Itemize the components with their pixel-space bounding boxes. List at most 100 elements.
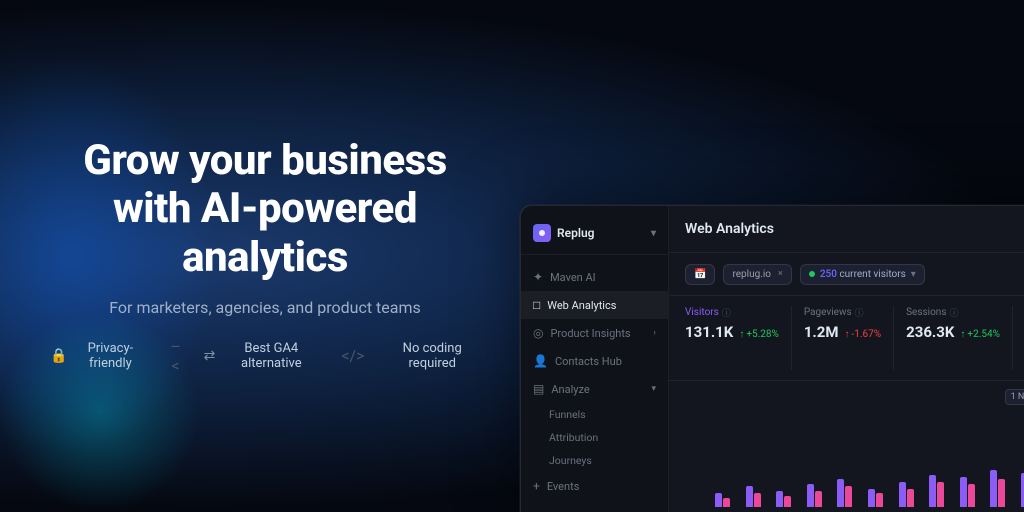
chart-bar-group [899, 482, 927, 507]
dashboard-window: Replug ▾ ✦ Maven AI □ Web Analytics ◎ Pr… [520, 205, 1024, 512]
sidebar-item-funnels[interactable]: Funnels [521, 403, 668, 426]
domain-filter[interactable]: replug.io × [723, 264, 791, 285]
metric-visitors-inner: 131.1K ↑ +5.28% [685, 323, 779, 343]
sidebar-maven-label: Maven AI [550, 271, 596, 284]
visitors-chevron-icon: ▾ [911, 269, 916, 280]
chart-bar-group [868, 489, 896, 507]
chart-bar-group [807, 484, 835, 507]
metric-sessions-change: ↑ +2.54% [960, 329, 1000, 340]
visitors-filter[interactable]: 250 current visitors ▾ [800, 264, 925, 285]
dashboard-panel: Replug ▾ ✦ Maven AI □ Web Analytics ◎ Pr… [520, 0, 1024, 512]
ga4-icon: ⇄ [204, 348, 216, 364]
chart-bar-group [746, 486, 774, 507]
journeys-label: Journeys [549, 454, 592, 467]
chart-bar-group [960, 477, 988, 507]
analyze-icon: ▤ [533, 382, 544, 396]
metric-pageviews-value: 1.2M [804, 323, 839, 341]
bar-purple [960, 477, 967, 507]
events-plus-icon: + [533, 479, 540, 493]
pageviews-down-icon: ↑ [845, 329, 850, 340]
features-row: 🔒 Privacy-friendly –< ⇄ Best GA4 alterna… [50, 337, 480, 375]
metric-sessions-value: 236.3K [906, 323, 954, 341]
domain-close-icon[interactable]: × [778, 269, 783, 279]
bar-pink [784, 496, 791, 507]
analyze-chevron-icon: ▾ [651, 384, 656, 394]
bar-purple [807, 484, 814, 507]
bar-purple [868, 489, 875, 507]
funnels-label: Funnels [549, 408, 586, 421]
bar-purple [899, 482, 906, 507]
bar-pink [815, 491, 822, 507]
page-title: Web Analytics [685, 221, 774, 237]
metric-visitors-value: 131.1K [685, 323, 733, 341]
bar-pink [907, 489, 914, 507]
up-arrow-icon: ↑ [739, 329, 744, 340]
hero-section: Grow your business with AI-powered analy… [0, 0, 520, 512]
bar-pink [998, 479, 1005, 507]
sidebar-contacts-label: Contacts Hub [555, 355, 622, 368]
sidebar-item-attribution[interactable]: Attribution [521, 426, 668, 449]
feature-nocoding: No coding required [384, 341, 480, 371]
sidebar-item-analyze[interactable]: ▤ Analyze ▾ [521, 375, 668, 403]
sidebar-item-events[interactable]: + Events [521, 472, 668, 500]
calendar-icon: 📅 [694, 269, 706, 280]
calendar-filter[interactable]: 📅 [685, 264, 715, 285]
sidebar-product-insights-label: Product Insights [550, 327, 630, 340]
visitors-info-icon: ⓘ [722, 306, 731, 319]
pageviews-info-icon: ⓘ [855, 306, 864, 319]
bar-purple [837, 479, 844, 507]
web-analytics-icon: □ [533, 298, 540, 312]
chart-bar-group [776, 491, 804, 507]
sidebar-item-journeys[interactable]: Journeys [521, 449, 668, 472]
visitors-dot [809, 271, 815, 277]
chart-bar-group [715, 493, 743, 507]
bar-purple [929, 475, 936, 507]
bar-pink [968, 484, 975, 507]
divider-2: </> [341, 346, 364, 365]
sidebar-brand[interactable]: Replug ▾ [521, 218, 668, 255]
visitors-label: 250 current visitors [820, 269, 906, 280]
metric-visitors-label: Visitors ⓘ [685, 306, 779, 319]
divider-1: –< [167, 337, 183, 375]
brand-chevron-icon: ▾ [651, 228, 656, 239]
sessions-up-icon: ↑ [960, 329, 965, 340]
visitors-label-text: Visitors [685, 307, 719, 318]
sidebar: Replug ▾ ✦ Maven AI □ Web Analytics ◎ Pr… [521, 206, 669, 512]
chart-container [685, 407, 1024, 507]
domain-label: replug.io [732, 269, 771, 280]
metric-sessions-label: Sessions ⓘ [906, 306, 1000, 319]
feature-ga4-label: Best GA4 alternative [221, 341, 321, 371]
sessions-info-icon: ⓘ [950, 306, 959, 319]
chart-area: 1 Note Notes (1) ▤ ↗ [669, 381, 1024, 501]
lock-icon: 🔒 [50, 348, 67, 364]
sidebar-analyze-label: Analyze [551, 383, 589, 396]
top-bar: Web Analytics ↑ Share [669, 206, 1024, 253]
bar-pink [754, 493, 761, 507]
brand-name: Replug [557, 226, 594, 240]
metric-pageviews-change: ↑ -1.67% [845, 329, 882, 340]
contacts-icon: 👤 [533, 354, 548, 368]
bar-pink [723, 498, 730, 507]
sidebar-item-maven[interactable]: ✦ Maven AI [521, 263, 668, 291]
visitors-change-value: +5.28% [746, 329, 779, 340]
sidebar-item-contacts-hub[interactable]: 👤 Contacts Hub [521, 347, 668, 375]
chart-bar-group [837, 479, 865, 507]
sidebar-item-product-insights[interactable]: ◎ Product Insights › [521, 319, 668, 347]
feature-nocoding-label: No coding required [384, 341, 480, 371]
filters-bar: 📅 replug.io × 250 current visitors [669, 253, 1024, 296]
brand-icon [533, 224, 551, 242]
visitors-count: 250 [820, 269, 837, 280]
metric-visitors: Visitors ⓘ 131.1K ↑ +5.28% [685, 306, 792, 370]
feature-privacy-label: Privacy-friendly [73, 341, 147, 371]
sidebar-web-analytics-label: Web Analytics [547, 299, 616, 312]
chevron-right-icon: › [653, 328, 656, 338]
hero-subtitle: For marketers, agencies, and product tea… [109, 298, 420, 317]
feature-privacy: 🔒 Privacy-friendly [50, 341, 147, 371]
maven-icon: ✦ [533, 270, 543, 284]
metric-pageviews: Pageviews ⓘ 1.2M ↑ -1.67% [804, 306, 894, 370]
main-content: Web Analytics ↑ Share 📅 replug.io [669, 206, 1024, 512]
bar-purple [715, 493, 722, 507]
chart-bar-group [990, 470, 1018, 507]
sidebar-item-web-analytics[interactable]: □ Web Analytics [521, 291, 668, 319]
feature-ga4: ⇄ Best GA4 alternative [204, 341, 322, 371]
